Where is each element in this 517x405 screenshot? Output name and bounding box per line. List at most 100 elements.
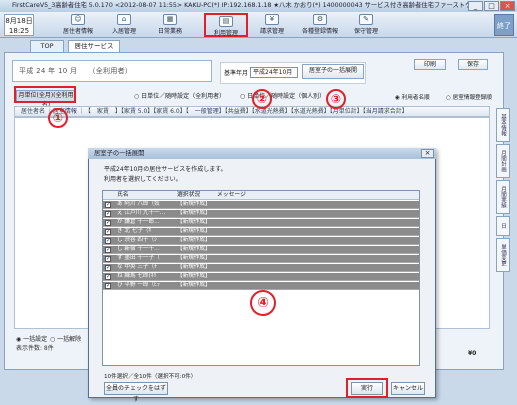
exit-button[interactable]: 終了 — [494, 14, 514, 36]
radio-selected-icon: ◉ — [395, 95, 400, 101]
list-item[interactable]: ✓ す 墨田 十一子（ 【新規作成】 — [103, 255, 419, 263]
minimize-button[interactable]: _ — [468, 1, 483, 11]
invoice-icon: ¥ — [265, 14, 279, 25]
list-item[interactable]: ✓ か 鎌倉 十一郎… 【新規作成】 — [103, 219, 419, 227]
toolbar-registrations[interactable]: ⚙ 各種登録情報 — [296, 13, 344, 37]
resident-status: 【新規作成】 — [177, 246, 211, 252]
radio-daily-all[interactable]: ○ 日単位／随時設定（全利用者） — [134, 91, 225, 100]
window-title: FirstCareV5_3高齢者住宅 5.0.170 <2012-08-07 1… — [0, 0, 517, 12]
bulk-expand-button[interactable]: 居室子の一括展開 — [302, 64, 364, 79]
list-item[interactable]: ✓ し 新宿 十一十… 【新規作成】 — [103, 246, 419, 254]
dialog-close-button[interactable]: × — [421, 149, 434, 158]
grand-total: ¥0 — [468, 350, 477, 357]
clock-date: 8月18日 — [5, 17, 33, 25]
resident-status: 【新規作成】 — [177, 228, 211, 234]
toolbar-maintenance[interactable]: ✎ 保守管理 — [346, 13, 386, 37]
annotation-4: ④ — [250, 290, 276, 316]
tab-top[interactable]: TOP — [30, 40, 64, 52]
resident-name: あ 阿川 八郎（奴 — [117, 201, 160, 207]
radio-name-order[interactable]: ◉ 利用者名順 — [395, 93, 430, 101]
resident-name: え 江戸川 九十一… — [117, 210, 166, 216]
dialog-title: 居室子の一括展開 — [88, 148, 436, 159]
house-icon: ⌂ — [117, 14, 131, 25]
print-button[interactable]: 印刷 — [414, 59, 446, 70]
maximize-button[interactable]: □ — [484, 1, 499, 11]
resident-name: ね 練馬 七郎(ﾈﾘ — [117, 273, 157, 279]
toolbar-resident-info[interactable]: ☺ 居住者情報 — [58, 13, 98, 37]
checkbox-checked-icon[interactable]: ✓ — [105, 238, 111, 244]
radio-icon: ○ — [50, 336, 56, 343]
radio-selected-icon: ◉ — [16, 336, 22, 343]
checkbox-checked-icon[interactable]: ✓ — [105, 256, 111, 262]
uncheck-all-button[interactable]: 全員のチェックをはずす — [104, 382, 168, 403]
list-item[interactable]: ✓ ね 練馬 七郎(ﾈﾘ 【新規作成】 — [103, 273, 419, 281]
resident-name: す 墨田 十一子（ — [117, 255, 160, 261]
resident-status: 【新規作成】 — [177, 201, 211, 207]
list-item[interactable]: ✓ し 渋谷 四十（ｼ 【新規作成】 — [103, 237, 419, 245]
selection-count: 10件選択／全10件（選択不可:0件） — [104, 374, 197, 380]
save-button[interactable]: 保存 — [458, 59, 488, 70]
annotation-3: ③ — [326, 89, 346, 109]
grid-header: 居住者名 ｜居室情報 ｜【 家賃 】【家賃 5.0】【家賃 6.0】【 一般管理… — [14, 106, 490, 117]
checkbox-checked-icon[interactable]: ✓ — [105, 202, 111, 208]
side-tab-day[interactable]: 日 — [496, 216, 510, 236]
highlight-execute — [346, 378, 388, 398]
resident-name: か 鎌倉 十一郎… — [117, 219, 160, 225]
list-item[interactable]: ✓ き 北 七子（ｷ 【新規作成】 — [103, 228, 419, 236]
col-message: メッセージ — [217, 192, 246, 198]
list-header: 氏名 選択状況 メッセージ — [103, 191, 419, 200]
side-tab-basic[interactable]: 基本情報 — [496, 108, 510, 142]
cancel-button[interactable]: キャンセル — [391, 382, 425, 395]
side-tab-actual[interactable]: 月間実績 — [496, 180, 510, 214]
gear-icon: ⚙ — [313, 14, 327, 25]
radio-icon: ○ — [240, 93, 246, 100]
month-select[interactable]: 平成24年10月 — [250, 67, 298, 78]
toolbar-move-in[interactable]: ⌂ 入居管理 — [104, 13, 144, 37]
wrench-icon: ✎ — [359, 14, 373, 25]
record-count: 表示件数: 8件 — [16, 345, 54, 352]
toolbar-usage-management[interactable]: ▤ 利用管理 — [204, 13, 248, 37]
person-icon: ☺ — [71, 14, 85, 25]
app-window: FirstCareV5_3高齢者住宅 5.0.170 <2012-08-07 1… — [0, 0, 517, 405]
resident-name: き 北 七子（ｷ — [117, 228, 152, 234]
document-icon: ▤ — [219, 16, 233, 27]
clock-time: 18:25 — [8, 27, 30, 35]
list-item[interactable]: ✓ あ 阿川 八郎（奴 【新規作成】 — [103, 201, 419, 209]
resident-status: 【新規作成】 — [177, 264, 211, 270]
resident-name: な 中央 三子（ﾅ — [117, 264, 157, 270]
annotation-4-wrap: ④ — [250, 290, 276, 316]
radio-icon: ○ — [446, 95, 451, 101]
tab-residential-service[interactable]: 居住サービス — [68, 40, 120, 52]
checkbox-checked-icon[interactable]: ✓ — [105, 220, 111, 226]
side-tab-price[interactable]: 単価変更 — [496, 238, 510, 272]
list-item[interactable]: ✓ ひ 平野 一郎（ﾋﾗ 【新規作成】 — [103, 282, 419, 290]
resident-status: 【新規作成】 — [177, 210, 211, 216]
checkbox-checked-icon[interactable]: ✓ — [105, 265, 111, 271]
list-item[interactable]: ✓ な 中央 三子（ﾅ 【新規作成】 — [103, 264, 419, 272]
checkbox-checked-icon[interactable]: ✓ — [105, 274, 111, 280]
annotation-2: ② — [252, 89, 272, 109]
checkbox-checked-icon[interactable]: ✓ — [105, 229, 111, 235]
col-status: 選択状況 — [177, 192, 201, 198]
annotation-1: ① — [48, 108, 68, 128]
resident-status: 【新規作成】 — [177, 282, 211, 288]
checkbox-checked-icon[interactable]: ✓ — [105, 211, 111, 217]
side-tab-plan[interactable]: 月間計画 — [496, 144, 510, 178]
toolbar-daily-work[interactable]: ▦ 日常業務 — [150, 13, 190, 37]
close-button[interactable]: × — [500, 1, 515, 11]
checkbox-checked-icon[interactable]: ✓ — [105, 247, 111, 253]
toolbar-billing[interactable]: ¥ 請求管理 — [252, 13, 292, 37]
radio-room-order[interactable]: ○ 居室情報登録順 — [446, 93, 492, 101]
resident-name: し 渋谷 四十（ｼ — [117, 237, 157, 243]
radio-bulk-clear[interactable]: ○ 一括解除 — [50, 334, 81, 343]
resident-status: 【新規作成】 — [177, 237, 211, 243]
resident-name: ひ 平野 一郎（ﾋﾗ — [117, 282, 160, 288]
list-item[interactable]: ✓ え 江戸川 九十一… 【新規作成】 — [103, 210, 419, 218]
clock: 8月18日 18:25 — [4, 14, 34, 36]
radio-bulk-set[interactable]: ◉ 一括設定 — [16, 334, 47, 343]
highlight-box-1 — [14, 86, 76, 103]
col-name: 氏名 — [117, 192, 129, 198]
dialog-instruction-1: 平成24年10月の居住サービスを作成します。 — [104, 166, 227, 173]
checkbox-checked-icon[interactable]: ✓ — [105, 283, 111, 289]
dialog-instruction-2: 利用者を選択してください。 — [104, 176, 182, 183]
